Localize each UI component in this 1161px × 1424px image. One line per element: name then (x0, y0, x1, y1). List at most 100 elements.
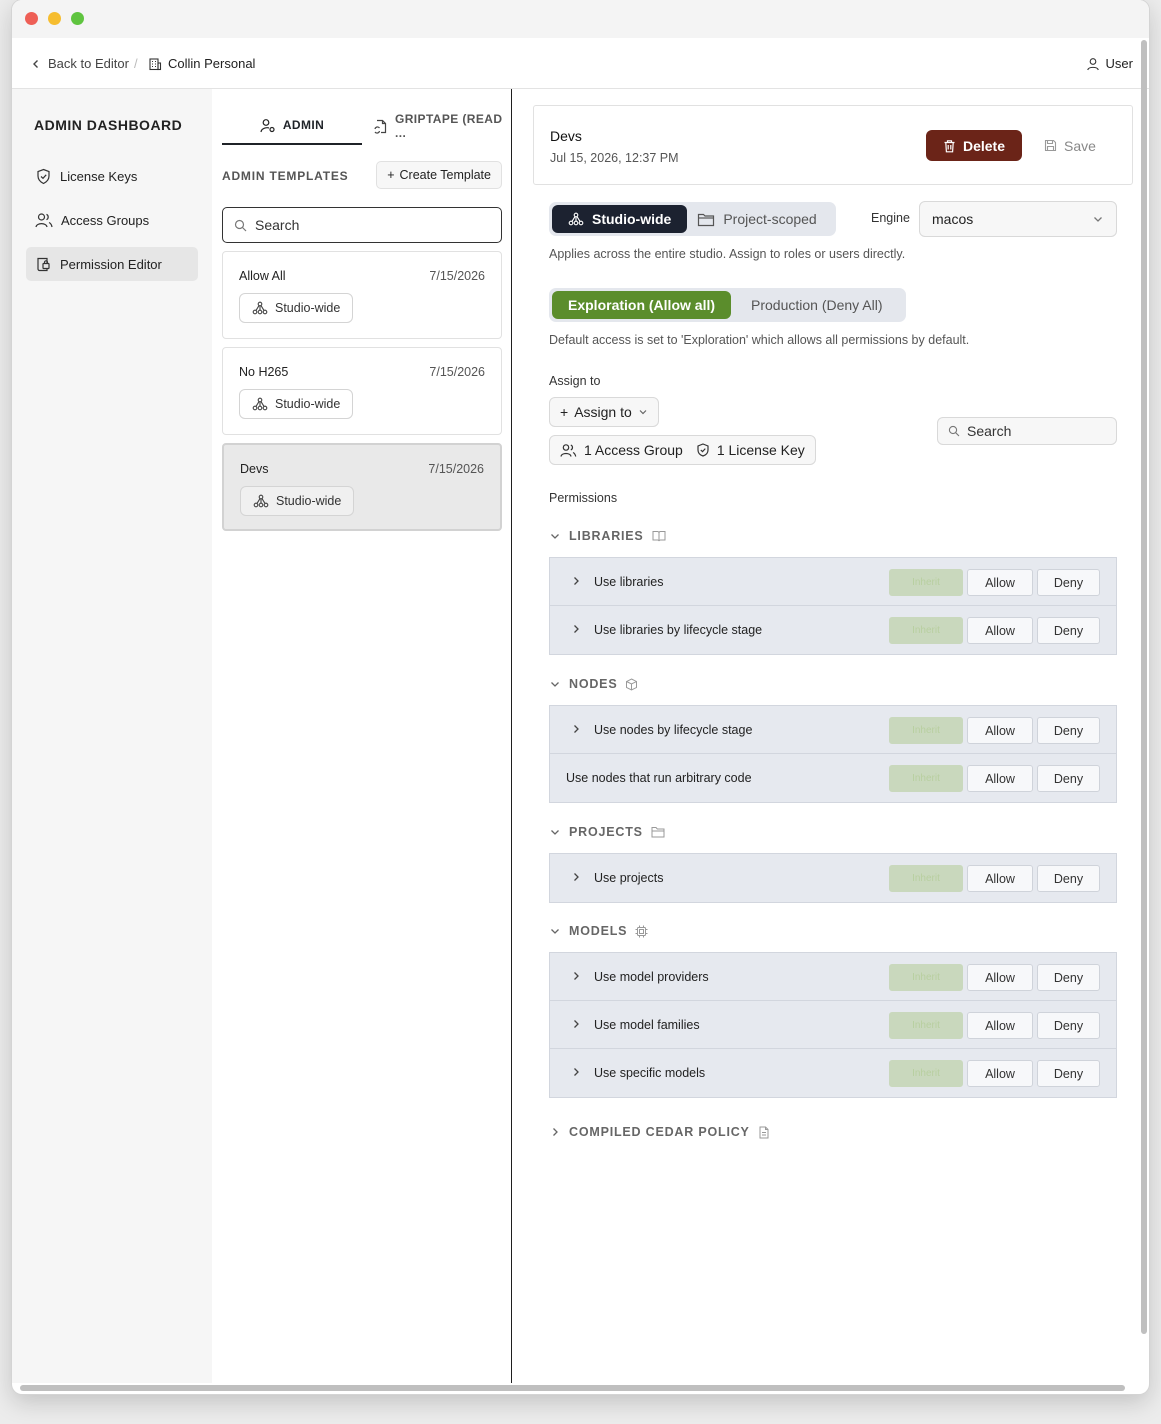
template-card-devs[interactable]: Devs 7/15/2026 Studio-wide (222, 443, 502, 531)
chip-icon (635, 925, 648, 938)
breadcrumb-separator: / (134, 56, 138, 71)
allow-button[interactable]: Allow (967, 865, 1033, 892)
chevron-right-icon[interactable] (570, 1018, 582, 1033)
template-card-no-h265[interactable]: No H265 7/15/2026 Studio-wide (222, 347, 502, 435)
assignment-summary[interactable]: 1 Access Group 1 License Key (549, 435, 816, 465)
category-projects[interactable]: PROJECTS (549, 821, 665, 843)
chevron-right-icon[interactable] (570, 575, 582, 590)
create-template-button[interactable]: + Create Template (376, 161, 502, 189)
template-header-card: Devs Jul 15, 2026, 12:37 PM Delete Save (533, 105, 1133, 185)
inherit-button[interactable]: Inherit (889, 717, 963, 744)
tab-admin[interactable]: ADMIN (222, 107, 362, 145)
search-icon (234, 219, 247, 232)
sidebar-item-permission-editor[interactable]: Permission Editor (26, 247, 198, 281)
deny-button[interactable]: Deny (1037, 617, 1100, 644)
scope-badge: Studio-wide (239, 389, 354, 419)
scope-badge: Studio-wide (240, 486, 355, 516)
access-group-count: 1 Access Group (584, 442, 683, 458)
allow-button[interactable]: Allow (967, 717, 1033, 744)
allow-button[interactable]: Allow (967, 569, 1033, 596)
allow-button[interactable]: Allow (967, 964, 1033, 991)
assign-to-button[interactable]: + Assign to (549, 397, 659, 427)
mode-option-production[interactable]: Production (Deny All) (731, 291, 903, 319)
template-name: No H265 (239, 365, 289, 379)
allow-button[interactable]: Allow (967, 1060, 1033, 1087)
inherit-button[interactable]: Inherit (889, 765, 963, 792)
admin-sidebar: ADMIN DASHBOARD License Keys Access Grou… (12, 89, 212, 1383)
allow-button[interactable]: Allow (967, 1012, 1033, 1039)
category-libraries[interactable]: LIBRARIES (549, 525, 666, 547)
horizontal-scrollbar[interactable] (20, 1385, 1125, 1391)
assign-section-label: Assign to (549, 374, 601, 388)
template-tabs: ADMIN GRIPTAPE (READ ... (222, 107, 507, 145)
minimize-window-button[interactable] (48, 12, 61, 25)
back-to-editor-link[interactable]: Back to Editor (30, 56, 129, 71)
inherit-button[interactable]: Inherit (889, 1012, 963, 1039)
save-button[interactable]: Save (1044, 130, 1096, 161)
deny-button[interactable]: Deny (1037, 1060, 1100, 1087)
permissions-label: Permissions (549, 491, 618, 505)
document-lock-icon (35, 256, 52, 273)
category-nodes[interactable]: NODES (549, 673, 638, 695)
permission-group-libraries: Use libraries Inherit Allow Deny Use lib… (549, 557, 1117, 655)
scope-option-studio-wide[interactable]: Studio-wide (552, 205, 688, 233)
templates-header: ADMIN TEMPLATES + Create Template (222, 161, 502, 191)
permission-label: Use nodes by lifecycle stage (594, 723, 753, 737)
permission-row: Use model providers Inherit Allow Deny (550, 953, 1116, 1001)
chevron-down-icon (549, 530, 561, 542)
tab-griptape[interactable]: GRIPTAPE (READ ... (373, 107, 507, 145)
chevron-down-icon (549, 678, 561, 690)
deny-button[interactable]: Deny (1037, 569, 1100, 596)
template-card-allow-all[interactable]: Allow All 7/15/2026 Studio-wide (222, 251, 502, 339)
deny-button[interactable]: Deny (1037, 865, 1100, 892)
permission-search-input[interactable] (967, 423, 1107, 439)
compiled-policy-toggle[interactable]: COMPILED CEDAR POLICY (549, 1121, 770, 1143)
deny-button[interactable]: Deny (1037, 964, 1100, 991)
inherit-button[interactable]: Inherit (889, 865, 963, 892)
chevron-right-icon[interactable] (570, 723, 582, 738)
chevron-down-icon (638, 407, 648, 417)
mode-option-exploration[interactable]: Exploration (Allow all) (552, 291, 732, 319)
users-icon (35, 212, 53, 229)
permission-group-models: Use model providers Inherit Allow Deny U… (549, 952, 1117, 1098)
sidebar-item-license-keys[interactable]: License Keys (26, 159, 198, 193)
license-key-count: 1 License Key (716, 442, 805, 458)
inherit-button[interactable]: Inherit (889, 617, 963, 644)
file-sync-icon (373, 119, 388, 134)
user-menu[interactable]: User (1086, 56, 1133, 71)
zoom-window-button[interactable] (71, 12, 84, 25)
document-icon (758, 1126, 770, 1139)
close-window-button[interactable] (25, 12, 38, 25)
deny-button[interactable]: Deny (1037, 1012, 1100, 1039)
templates-panel: ADMIN GRIPTAPE (READ ... ADMIN TEMPLATES… (212, 89, 512, 1383)
chevron-right-icon[interactable] (570, 871, 582, 886)
inherit-button[interactable]: Inherit (889, 964, 963, 991)
chevron-left-icon (30, 58, 42, 70)
chevron-right-icon[interactable] (570, 1066, 582, 1081)
delete-button[interactable]: Delete (926, 130, 1022, 161)
scope-badge: Studio-wide (239, 293, 354, 323)
allow-button[interactable]: Allow (967, 765, 1033, 792)
template-search-input[interactable] (255, 217, 475, 233)
template-title: Devs (550, 128, 582, 144)
inherit-button[interactable]: Inherit (889, 1060, 963, 1087)
folder-icon (651, 826, 665, 838)
cube-icon (625, 677, 638, 691)
category-models[interactable]: MODELS (549, 920, 648, 942)
deny-button[interactable]: Deny (1037, 717, 1100, 744)
sidebar-item-access-groups[interactable]: Access Groups (26, 203, 198, 237)
chevron-right-icon[interactable] (570, 623, 582, 638)
building-icon (148, 57, 162, 71)
permission-search (937, 417, 1117, 445)
breadcrumb-workspace[interactable]: Collin Personal (148, 56, 255, 71)
user-icon (1086, 57, 1100, 71)
permission-group-projects: Use projects Inherit Allow Deny (549, 853, 1117, 903)
engine-select[interactable]: macos (919, 201, 1117, 237)
chevron-right-icon[interactable] (570, 970, 582, 985)
vertical-scrollbar[interactable] (1141, 40, 1147, 1334)
permission-row: Use projects Inherit Allow Deny (550, 854, 1116, 902)
inherit-button[interactable]: Inherit (889, 569, 963, 596)
deny-button[interactable]: Deny (1037, 765, 1100, 792)
scope-option-project-scoped[interactable]: Project-scoped (687, 205, 832, 233)
allow-button[interactable]: Allow (967, 617, 1033, 644)
